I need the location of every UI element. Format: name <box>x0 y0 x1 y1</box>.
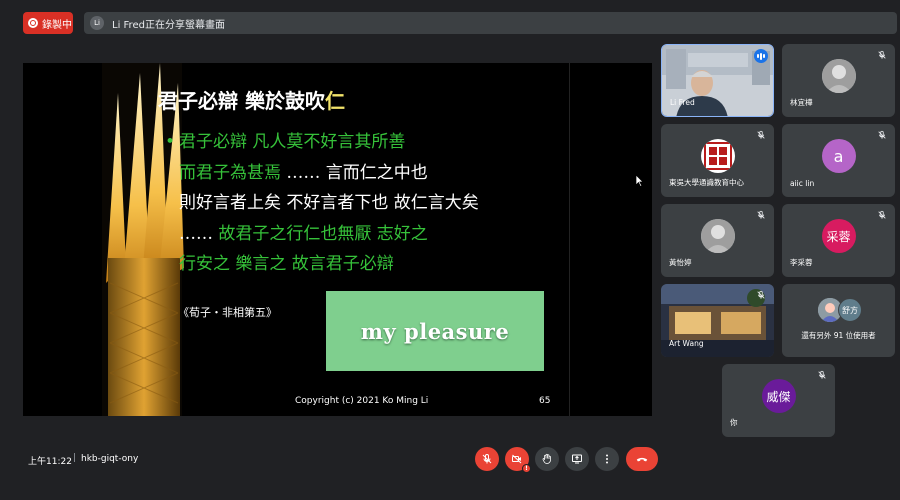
mic-off-icon <box>757 210 765 219</box>
participant-tile[interactable]: 東吳大學通識教育中心 <box>661 124 774 197</box>
meeting-code[interactable]: hkb-giqt-ony <box>81 454 138 464</box>
participant-avatar <box>700 139 735 173</box>
screen-share-banner: Li Li Fred正在分享螢幕畫面 <box>84 12 897 34</box>
participant-tile[interactable]: 黃怡婷 <box>661 204 774 277</box>
mic-toggle-button[interactable] <box>475 447 499 471</box>
participant-name: Li Fred <box>670 98 695 107</box>
slide-line-segment: 而君子為甚焉 <box>179 162 281 183</box>
mouse-cursor-icon <box>636 175 644 187</box>
meeting-separator: | <box>73 453 77 463</box>
participant-tile[interactable]: 舒方還有另外 91 位使用者 <box>782 284 895 357</box>
slide-page-number: 65 <box>539 396 551 406</box>
slide-title: 君子必辯 樂於鼓吹仁 <box>158 85 345 114</box>
mic-off-icon <box>757 290 765 299</box>
slide-line-segment: …… 言而仁之中也 <box>281 162 428 183</box>
slide-title-highlight: 仁 <box>324 89 345 113</box>
mic-off-icon <box>757 130 765 139</box>
avatar-letter: 采蓉 <box>826 229 851 244</box>
record-icon <box>28 18 38 28</box>
screen-share-text: Li Fred正在分享螢幕畫面 <box>112 19 225 31</box>
mic-off-icon <box>482 453 492 464</box>
participant-avatar: 舒方 <box>838 298 862 322</box>
participant-avatar <box>700 219 735 253</box>
bullet-icon: • <box>165 132 176 152</box>
slide-line: • 君子必辯 凡人莫不好言其所善 <box>165 127 479 158</box>
slide-line: 則好言者上矣 不好言者下也 故仁言大矣 <box>165 188 479 219</box>
slide-title-main: 君子必辯 樂於鼓吹 <box>158 89 325 113</box>
slide-line: …… 故君子之行仁也無厭 志好之 <box>165 219 479 250</box>
present-icon <box>572 454 582 464</box>
meeting-time: 上午11:22 <box>28 457 72 467</box>
my-pleasure-image: my pleasure <box>326 291 544 371</box>
participant-name: 黃怡婷 <box>669 258 692 267</box>
slide-line-segment: 則好言者上矣 不好言者下也 故仁言大矣 <box>179 193 479 213</box>
mic-off-icon <box>878 50 886 59</box>
participant-avatar <box>821 59 856 93</box>
participant-name: 李采蓉 <box>790 258 813 267</box>
warning-icon: ! <box>522 464 531 473</box>
presenter-avatar: Li <box>90 16 104 30</box>
present-screen-button[interactable] <box>565 447 589 471</box>
participant-avatar: 采蓉 <box>821 219 856 253</box>
camera-toggle-button[interactable]: ! <box>505 447 531 473</box>
slide-line-segment: 故君子之行仁也無厭 志好之 <box>213 223 428 244</box>
participant-name: Art Wang <box>669 339 704 348</box>
participant-avatar: a <box>821 139 856 173</box>
slide-line-segment: …… <box>179 223 213 244</box>
call-end-icon <box>636 457 648 462</box>
leave-call-button[interactable] <box>626 447 658 471</box>
participant-tile[interactable]: 林宜樺 <box>782 44 895 117</box>
participant-tile[interactable]: 采蓉李采蓉 <box>782 204 895 277</box>
slide-copyright: Copyright (c) 2021 Ko Ming Li <box>295 396 429 406</box>
mic-off-icon <box>878 130 886 139</box>
slide-divider <box>569 63 570 416</box>
participant-name: 東吳大學通識教育中心 <box>669 178 744 187</box>
recording-badge[interactable]: 錄製中 <box>23 12 73 34</box>
participant-name: 林宜樺 <box>790 98 813 107</box>
raise-hand-button[interactable] <box>535 447 559 471</box>
more-options-button[interactable] <box>595 447 619 471</box>
slide-line: 行安之 樂言之 故言君子必辯 <box>165 249 479 280</box>
mic-off-icon <box>818 370 826 379</box>
slide-line: 而君子為甚焉 …… 言而仁之中也 <box>165 158 479 189</box>
slide-line-segment: 君子必辯 凡人莫不好言其所善 <box>179 132 406 152</box>
mic-off-icon <box>878 210 886 219</box>
participant-name: 你 <box>730 418 738 427</box>
recording-label: 錄製中 <box>42 19 72 31</box>
participant-avatar: 威傑 <box>761 379 796 413</box>
participant-name: aiic lin <box>790 179 815 188</box>
slide-line-segment: 行安之 樂言之 故言君子必辯 <box>179 254 394 274</box>
slide-citation: 《荀子・非相第五》 <box>178 306 277 319</box>
avatar-letter: a <box>833 146 844 166</box>
avatar-letter: 舒方 <box>842 305 858 315</box>
speaking-indicator-icon <box>754 49 768 63</box>
participant-tile[interactable]: a aiic lin <box>782 124 895 197</box>
hand-icon <box>542 453 551 464</box>
more-vert-icon <box>606 454 608 464</box>
shared-screen-presentation: 君子必辯 樂於鼓吹仁 • 君子必辯 凡人莫不好言其所善 而君子為甚焉 …… 言而仁之… <box>23 63 652 416</box>
participant-tile[interactable]: 威傑你 <box>722 364 835 437</box>
avatar-letter: 威傑 <box>766 389 791 404</box>
camera-off-icon <box>512 454 522 464</box>
slide-body-text: • 君子必辯 凡人莫不好言其所善 而君子為甚焉 …… 言而仁之中也 則好言者上矣 不好… <box>165 127 479 280</box>
participant-tile[interactable]: Art Wang <box>661 284 774 357</box>
more-participants-label: 還有另外 91 位使用者 <box>801 331 876 340</box>
participant-tile[interactable]: Li Fred <box>661 44 774 117</box>
